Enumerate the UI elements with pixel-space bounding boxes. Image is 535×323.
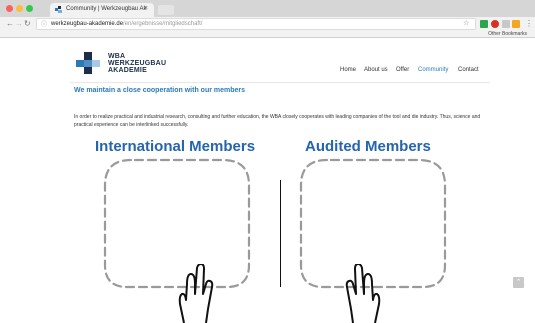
minimize-window-icon[interactable]: [16, 5, 23, 12]
back-icon[interactable]: ←: [6, 18, 14, 30]
site-favicon-icon: [55, 6, 62, 13]
new-tab-button[interactable]: [158, 5, 174, 15]
nav-contact[interactable]: Contact: [458, 67, 479, 73]
tab-title: Community | Werkzeugbau Ak: [66, 6, 147, 12]
tab-bar: Community | Werkzeugbau Ak ×: [0, 0, 535, 17]
scroll-top-icon[interactable]: ⌃: [513, 277, 524, 288]
hand-cursor-icon: [178, 264, 214, 323]
logo-line: AKADEMIE: [108, 67, 147, 74]
extension-gray-icon[interactable]: [502, 20, 510, 28]
reload-icon[interactable]: ↻: [24, 18, 31, 30]
menu-icon[interactable]: ⋮: [525, 18, 533, 30]
intro-paragraph: In order to realize practical and indust…: [74, 114, 481, 128]
wba-logo[interactable]: [76, 52, 100, 74]
url-path: /en/ergebnisse/mitgliedschaft/: [123, 21, 203, 27]
extension-green-icon[interactable]: [480, 20, 488, 28]
lock-icon: ⓘ: [41, 22, 48, 28]
other-bookmarks[interactable]: Other Bookmarks: [488, 31, 527, 37]
nav-community[interactable]: Community: [418, 67, 448, 73]
navigation-bar: ← → ↻ ⓘ werkzeugbau-akademie.de/en/ergeb…: [0, 17, 535, 31]
logo-text: WBA WERKZEUGBAU AKADEMIE: [108, 53, 166, 74]
column-divider: [280, 180, 281, 287]
browser-tab[interactable]: Community | Werkzeugbau Ak ×: [50, 3, 154, 17]
nav-about-us[interactable]: About us: [364, 67, 388, 73]
section-heading: We maintain a close cooperation with our…: [74, 87, 246, 94]
extension-red-icon[interactable]: [491, 20, 499, 28]
extension-orange-icon[interactable]: [512, 20, 520, 28]
web-page: WBA WERKZEUGBAU AKADEMIE Home About us O…: [0, 38, 535, 323]
hand-cursor-icon: [345, 264, 381, 323]
header-divider: [70, 82, 490, 83]
close-window-icon[interactable]: [6, 5, 13, 12]
audited-members-title: Audited Members: [305, 138, 431, 155]
forward-icon[interactable]: →: [15, 18, 23, 30]
maximize-window-icon[interactable]: [26, 5, 33, 12]
address-bar[interactable]: ⓘ werkzeugbau-akademie.de/en/ergebnisse/…: [36, 18, 476, 30]
nav-home[interactable]: Home: [340, 67, 356, 73]
star-icon[interactable]: ☆: [463, 18, 469, 30]
logo-line: WBA: [108, 53, 126, 60]
bookmarks-bar: Other Bookmarks: [0, 31, 535, 38]
international-members-title: International Members: [95, 138, 256, 155]
browser-window: Community | Werkzeugbau Ak × ← → ↻ ⓘ wer…: [0, 0, 535, 323]
url-domain: werkzeugbau-akademie.de: [51, 21, 124, 27]
tab-close-icon[interactable]: ×: [144, 5, 148, 12]
logo-line: WERKZEUGBAU: [108, 60, 167, 67]
nav-offer[interactable]: Offer: [396, 67, 409, 73]
